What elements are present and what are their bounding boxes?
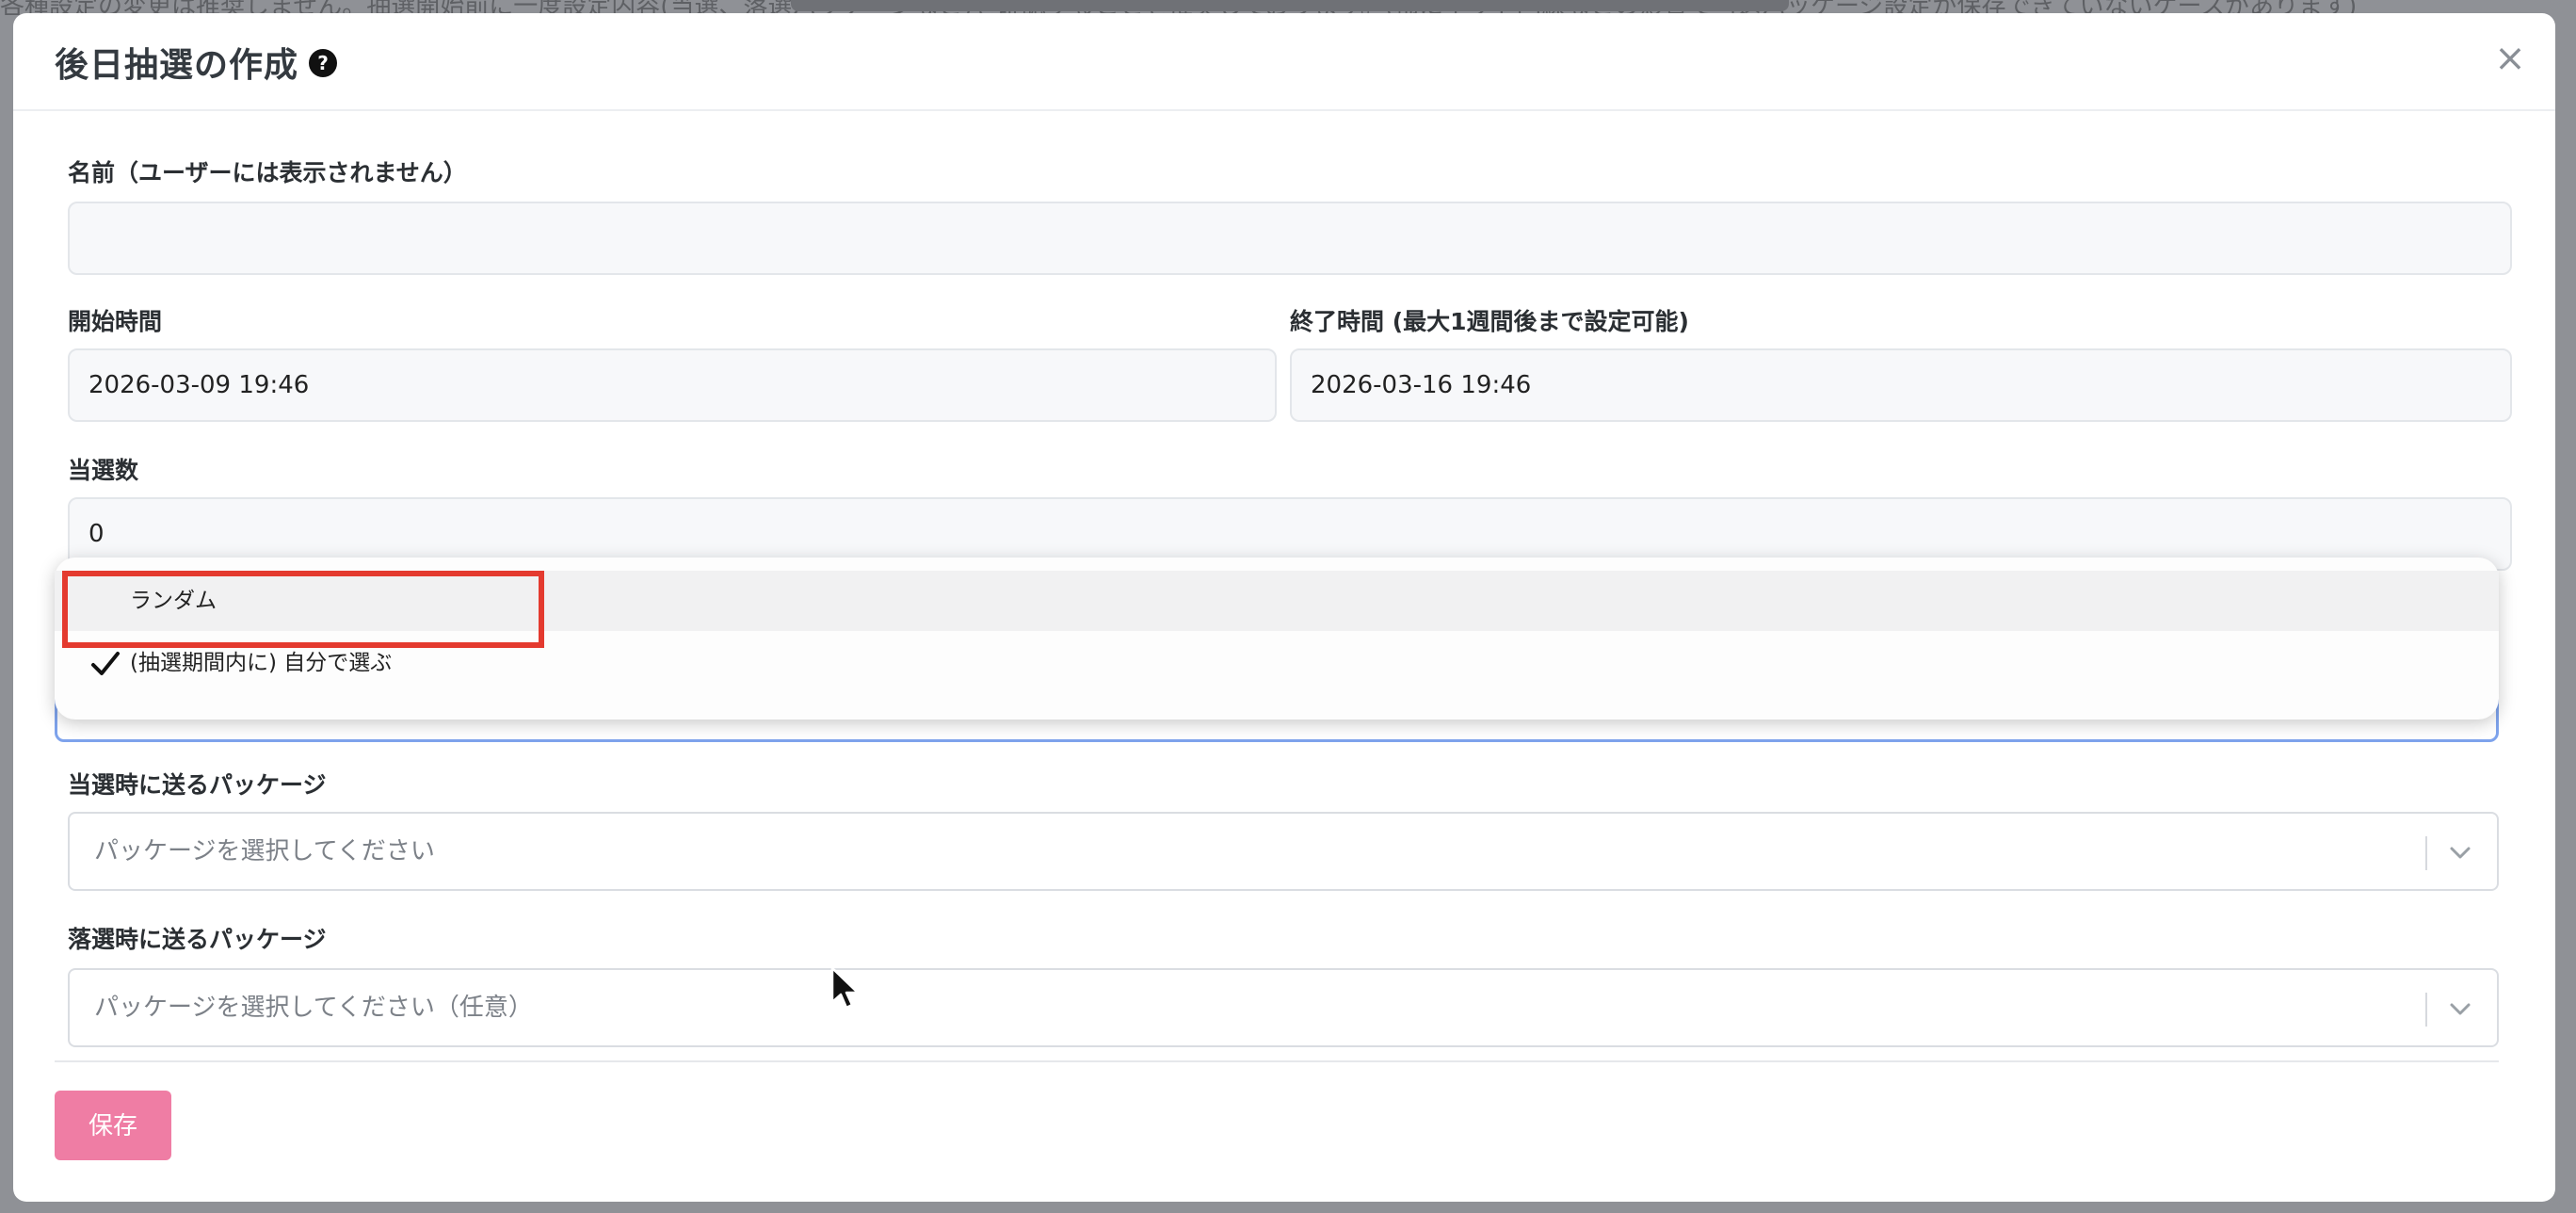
mouse-cursor-icon [830, 966, 860, 1010]
modal-header: 後日抽選の作成 ? × [13, 13, 2555, 111]
lose-package-select[interactable]: パッケージを選択してください（任意） [68, 968, 2499, 1047]
dropdown-option-random[interactable]: ランダム [55, 571, 2499, 631]
start-time-input[interactable]: 2026-03-09 19:46 [68, 348, 1277, 422]
backdrop-tooltip-bar [791, 0, 1789, 11]
chevron-down-icon [2450, 847, 2471, 859]
selection-method-dropdown: 選択方法 ランダム (抽選期間内に) 自分で選ぶ [55, 558, 2499, 720]
end-time-input[interactable]: 2026-03-16 19:46 [1290, 348, 2512, 422]
select-separator [2425, 836, 2427, 870]
win-package-select[interactable]: パッケージを選択してください [68, 812, 2499, 891]
footer-divider [55, 1060, 2499, 1062]
win-package-placeholder: パッケージを選択してください [94, 837, 435, 865]
checkmark-icon [91, 652, 120, 675]
end-time-label: 終了時間 (最大1週間後まで設定可能) [1290, 308, 1689, 335]
lose-package-label: 落選時に送るパッケージ [68, 926, 327, 953]
save-button[interactable]: 保存 [55, 1091, 171, 1160]
name-input[interactable] [68, 202, 2512, 275]
close-icon[interactable]: × [2491, 40, 2529, 77]
start-time-label: 開始時間 [68, 308, 163, 335]
lose-package-placeholder: パッケージを選択してください（任意） [94, 994, 533, 1022]
dropdown-option-manual[interactable]: (抽選期間内に) 自分で選ぶ [55, 633, 2499, 693]
select-separator [2425, 993, 2427, 1027]
dropdown-option-label: (抽選期間内に) 自分で選ぶ [130, 651, 393, 675]
dropdown-option-label: ランダム [130, 589, 217, 613]
question-circle-icon[interactable]: ? [309, 49, 337, 77]
win-package-label: 当選時に送るパッケージ [68, 771, 327, 799]
chevron-down-icon [2450, 1003, 2471, 1015]
winners-count-label: 当選数 [68, 457, 139, 484]
modal-title: 後日抽選の作成 [55, 46, 299, 85]
name-label: 名前（ユーザーには表示されません） [68, 159, 467, 186]
